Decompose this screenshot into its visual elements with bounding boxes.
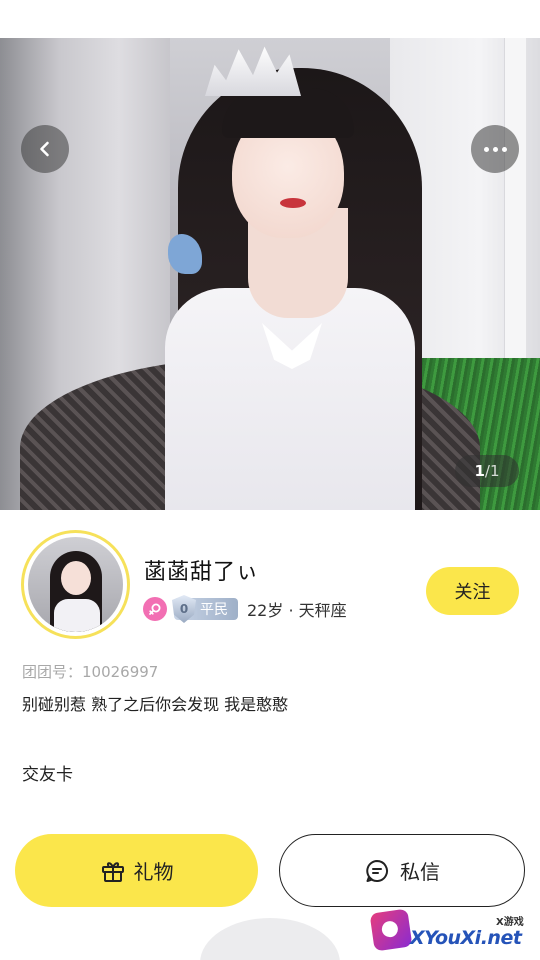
watermark: X游戏 XYouXi.net [369,905,540,960]
photo-counter-total: /1 [484,462,500,480]
profile-photo[interactable] [0,38,540,510]
age-zodiac: 22岁 · 天秤座 [247,601,347,620]
tuan-id: 团团号：10026997 [22,663,159,681]
more-horizontal-icon [483,146,507,152]
watermark-small: X游戏 [496,917,524,928]
gift-button[interactable]: 礼物 [15,834,258,907]
photo-counter-current: 1 [474,462,485,480]
gift-icon [101,861,124,882]
message-button[interactable]: 私信 [279,834,525,907]
profile-panel: 菡菡甜了ぃ 0 平民 22岁 · 天秤座 关注 团团号：10026997 别碰别… [0,510,540,960]
message-icon [366,859,388,882]
friend-card-title: 交友卡 [22,765,73,785]
gift-label: 礼物 [133,860,174,884]
profile-tags: 0 平民 22岁 · 天秤座 [143,595,347,623]
follow-button[interactable]: 关注 [426,567,519,615]
floating-button[interactable] [200,918,340,960]
level-label: 平民 [200,602,228,618]
more-button[interactable] [471,125,519,173]
chevron-left-icon [40,141,49,157]
bio: 别碰别惹 熟了之后你会发现 我是憨憨 [22,695,289,714]
female-icon [143,597,167,621]
back-button[interactable] [21,125,69,173]
avatar[interactable] [21,530,130,639]
nickname: 菡菡甜了ぃ [144,560,260,585]
photo-counter: 1/1 [455,455,519,487]
level-badge: 0 平民 [172,595,238,623]
status-bar [0,0,540,38]
level-shield-icon: 0 [172,595,196,623]
watermark-main: XYouXi.net [410,927,522,949]
message-label: 私信 [400,860,440,884]
watermark-logo-icon [369,908,413,952]
